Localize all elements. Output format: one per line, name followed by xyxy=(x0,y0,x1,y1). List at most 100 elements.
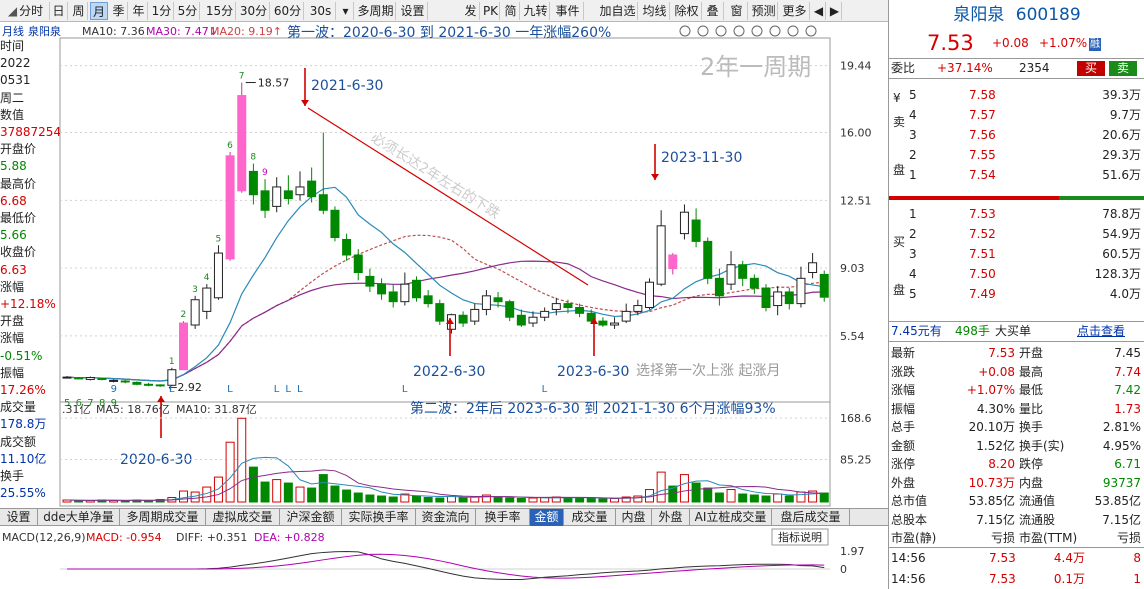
tool-btn-0[interactable]: 发 xyxy=(462,2,480,20)
tool-btn-5[interactable]: 加自选 xyxy=(598,2,638,20)
indicator-tab-4[interactable]: 沪深金额 xyxy=(280,509,342,526)
period-btn-3[interactable]: 月 xyxy=(90,2,108,20)
scroll-left-icon[interactable]: ◀ xyxy=(812,2,826,20)
price-pct: +1.07% xyxy=(1039,36,1088,50)
indicator-tab-0[interactable]: 设置 xyxy=(0,509,38,526)
period-btn-6[interactable]: 1分 xyxy=(150,2,174,20)
period-btn-4[interactable]: 季 xyxy=(110,2,128,20)
indicator-tab-8[interactable]: 金额 xyxy=(530,509,564,526)
bid-level: 4 xyxy=(909,267,917,281)
period-btn-12[interactable]: 多周期 xyxy=(356,2,396,20)
volume-bar xyxy=(703,487,713,503)
candle-body xyxy=(458,314,468,324)
bid-level: 3 xyxy=(909,247,917,261)
up-icon[interactable] xyxy=(751,25,763,37)
period-btn-2[interactable]: 周 xyxy=(70,2,88,20)
period-btn-8[interactable]: 15分 xyxy=(204,2,236,20)
data-panel-text: 开盘 xyxy=(0,314,25,329)
period-btn-11[interactable]: 30s xyxy=(306,2,336,20)
tool-btn-3[interactable]: 九转 xyxy=(522,2,550,20)
indicator-tab-10[interactable]: 内盘 xyxy=(616,509,652,526)
volume-bar xyxy=(318,474,328,503)
tool-btn-2[interactable]: 简 xyxy=(502,2,520,20)
data-panel-item: 37887254 xyxy=(0,124,60,140)
stat-value: 7.53 xyxy=(988,346,1015,360)
volume-bar xyxy=(761,495,771,503)
side-char: 卖 xyxy=(893,115,906,129)
kline-chart[interactable]: 19.4416.0012.519.035.54月线 泉阳泉 MA10: 7.36 MA… xyxy=(0,22,888,589)
tool-btn-9[interactable]: 窗 xyxy=(726,2,748,20)
minus-icon[interactable] xyxy=(805,25,817,37)
chart-frame xyxy=(59,37,831,507)
indicator-tab-3[interactable]: 虚拟成交量 xyxy=(206,509,280,526)
candle-body xyxy=(470,308,480,322)
diff-value: DIFF: +0.351 xyxy=(176,531,247,544)
ma20-label: MA20: 9.19↑ xyxy=(210,25,282,38)
volume-bar xyxy=(342,489,352,503)
period-btn-13[interactable]: 设置 xyxy=(398,2,428,20)
data-panel-text: 6.63 xyxy=(0,262,27,277)
vol-ma5: MA5: 18.76亿 xyxy=(96,403,170,416)
tool-btn-10[interactable]: 预测 xyxy=(750,2,778,20)
indicator-tab-5[interactable]: 实际换手率 xyxy=(342,509,416,526)
circle-icon[interactable] xyxy=(733,25,745,37)
scroll-right-icon[interactable]: ▶ xyxy=(828,2,842,20)
seq-marker: 1 xyxy=(169,357,175,367)
seq-marker: 8 xyxy=(250,153,256,163)
stock-name: 泉阳泉 xyxy=(953,5,1005,25)
stat-row: 外盘 10.73万 内盘 93737 xyxy=(889,474,1144,492)
gear-icon[interactable] xyxy=(697,25,709,37)
tool-btn-6[interactable]: 均线 xyxy=(640,2,670,20)
indicator-tab-1[interactable]: dde大单净量 xyxy=(38,509,120,526)
buy-button[interactable]: 买 xyxy=(1077,61,1105,76)
side-char: 买 xyxy=(893,235,906,249)
indicator-tab-9[interactable]: 成交量 xyxy=(564,509,616,526)
candle-body xyxy=(423,295,433,305)
volume-bar xyxy=(796,491,806,503)
indicator-tab-7[interactable]: 换手率 xyxy=(476,509,530,526)
period-btn-7[interactable]: 5分 xyxy=(176,2,200,20)
stock-label: 泉阳泉 xyxy=(28,24,61,38)
data-panel-item: -0.51% xyxy=(0,348,60,364)
candle-body xyxy=(400,283,410,303)
tool-btn-8[interactable]: 叠 xyxy=(702,2,724,20)
period-btn-1[interactable]: 日 xyxy=(50,2,68,20)
volume-bar xyxy=(365,494,375,503)
eye-icon[interactable] xyxy=(679,25,691,37)
data-panel-text: 37887254 xyxy=(0,125,60,139)
stat-value: 7.74 xyxy=(1114,364,1141,379)
plus-icon[interactable] xyxy=(787,25,799,37)
volume-bar xyxy=(225,441,235,503)
indicator-tab-6[interactable]: 资金流向 xyxy=(416,509,476,526)
volume-bar xyxy=(458,497,468,503)
indicator-tab-12[interactable]: AI立桩成交量 xyxy=(690,509,772,526)
period-btn-10[interactable]: 60分 xyxy=(272,2,304,20)
data-panel-item: 25.55% xyxy=(0,485,60,501)
indicator-tab-11[interactable]: 外盘 xyxy=(652,509,690,526)
tool-btn-11[interactable]: 更多 xyxy=(780,2,810,20)
down-icon[interactable] xyxy=(769,25,781,37)
period-btn-5[interactable]: 年 xyxy=(130,2,148,20)
tool-btn-1[interactable]: PK xyxy=(482,2,500,20)
period-dropdown[interactable]: ▾ xyxy=(338,2,354,20)
candle-body xyxy=(120,380,130,383)
tool-btn-4[interactable]: 事件 xyxy=(552,2,584,20)
volume-bar xyxy=(516,498,526,503)
period-btn-9[interactable]: 30分 xyxy=(238,2,270,20)
data-panel-item: 5.88 xyxy=(0,158,60,174)
stat-label: 内盘 xyxy=(1019,475,1044,490)
gear2-icon[interactable] xyxy=(715,25,727,37)
price-tick: 9.03 xyxy=(840,262,865,275)
period-btn-0[interactable]: ◢ 分时 xyxy=(2,2,50,20)
bid-price: 7.49 xyxy=(969,287,996,301)
sell-button[interactable]: 卖 xyxy=(1109,61,1137,76)
stat-label: 振幅 xyxy=(891,401,916,416)
candle-body xyxy=(295,186,305,196)
data-panel-text: +12.18% xyxy=(0,297,56,311)
big-order-link[interactable]: 点击查看 xyxy=(1077,322,1125,341)
ma10-label: MA10: 7.36 xyxy=(82,25,145,38)
indicator-tab-2[interactable]: 多周期成交量 xyxy=(120,509,206,526)
indicator-tab-13[interactable]: 盘后成交量 xyxy=(772,509,850,526)
tool-btn-7[interactable]: 除权 xyxy=(672,2,702,20)
data-panel-item: 178.8万 xyxy=(0,416,60,432)
